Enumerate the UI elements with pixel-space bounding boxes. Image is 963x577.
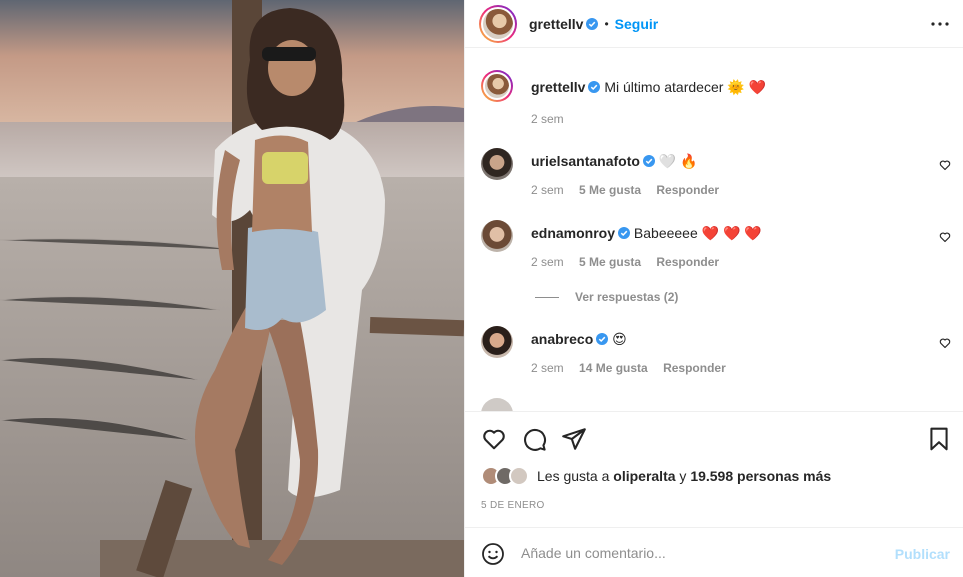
comment-text: 🤍 🔥	[658, 153, 698, 169]
paper-plane-icon[interactable]	[561, 426, 587, 452]
comment-bubble-icon[interactable]	[521, 426, 547, 452]
post-date[interactable]: 5 DE ENERO	[481, 500, 545, 511]
likes-user[interactable]: oliperalta	[613, 468, 675, 484]
author-username[interactable]: grettellv	[529, 16, 583, 32]
follow-button[interactable]: Seguir	[615, 16, 659, 32]
comment-input[interactable]	[521, 545, 881, 561]
post-header: grettellv • Seguir	[465, 0, 963, 48]
verified-badge-icon	[586, 17, 599, 30]
post-photo[interactable]	[0, 0, 464, 577]
heart-outline-icon[interactable]	[939, 159, 951, 171]
bookmark-icon[interactable]	[926, 426, 952, 452]
caption: grettellv Mi último atardecer 🌞 ❤️ 2 sem	[481, 70, 951, 130]
comment-likes[interactable]: 5 Me gusta	[579, 255, 641, 269]
post-side-panel: grettellv • Seguir grettellv Mi último a…	[464, 0, 963, 577]
heart-outline-icon[interactable]	[939, 231, 951, 243]
publish-button[interactable]: Publicar	[895, 546, 950, 562]
verified-badge-icon	[642, 155, 655, 167]
commenter-avatar[interactable]	[481, 148, 513, 180]
verified-badge-icon	[618, 227, 631, 239]
commenter-username[interactable]: urielsantanafoto	[531, 153, 640, 169]
add-comment-bar: Publicar	[465, 527, 963, 577]
comment-item: urielsantanafoto 🤍 🔥 2 sem 5 Me gusta Re…	[481, 148, 951, 208]
likes-others[interactable]: 19.598 personas más	[690, 468, 831, 484]
comment-likes[interactable]: 5 Me gusta	[579, 183, 641, 197]
comment-time[interactable]: 2 sem	[531, 361, 564, 375]
commenter-username[interactable]: anabreco	[531, 331, 593, 347]
caption-text: Mi último atardecer	[604, 79, 724, 95]
reply-button[interactable]: Responder	[656, 183, 719, 197]
comment-time[interactable]: 2 sem	[531, 255, 564, 269]
heart-outline-icon[interactable]	[481, 426, 507, 452]
smiley-icon[interactable]	[481, 542, 505, 566]
author-avatar-image	[483, 8, 513, 39]
likes-summary[interactable]: Les gusta a oliperalta y 19.598 personas…	[481, 466, 831, 486]
post-actions	[465, 411, 963, 465]
more-horizontal-icon[interactable]	[930, 14, 950, 34]
likes-prefix: Les gusta a	[537, 468, 610, 484]
caption-time[interactable]: 2 sem	[531, 112, 564, 126]
caption-username[interactable]: grettellv	[531, 79, 585, 95]
caption-emojis: 🌞 ❤️	[727, 79, 767, 95]
comment-item: anabreco 😍 2 sem 14 Me gusta Responder	[481, 326, 951, 386]
commenter-username[interactable]: ednamonroy	[531, 225, 615, 241]
comment-text: 😍	[612, 331, 627, 347]
reply-button[interactable]: Responder	[656, 255, 719, 269]
commenter-avatar[interactable]	[481, 326, 513, 358]
liker-avatar	[509, 466, 529, 486]
likes-connector: y	[679, 468, 687, 484]
header-separator: •	[604, 16, 609, 31]
verified-badge-icon	[596, 333, 609, 345]
comment-item-partial	[481, 398, 951, 411]
author-avatar[interactable]	[479, 4, 517, 43]
heart-outline-icon[interactable]	[939, 337, 951, 349]
post-photo-image	[0, 0, 464, 577]
reply-button[interactable]: Responder	[663, 361, 726, 375]
verified-badge-icon	[588, 81, 601, 93]
comments-list[interactable]: grettellv Mi último atardecer 🌞 ❤️ 2 sem…	[465, 48, 963, 411]
comment-item: ednamonroy Babeeeee ❤️ ❤️ ❤️ 2 sem 5 Me …	[481, 220, 951, 280]
commenter-avatar[interactable]	[481, 220, 513, 252]
comment-text: Babeeeee ❤️ ❤️ ❤️	[633, 225, 762, 241]
likes-text: Les gusta a oliperalta y 19.598 personas…	[537, 468, 831, 484]
commenter-avatar[interactable]	[481, 398, 513, 411]
replies-divider	[535, 296, 559, 298]
view-replies-button[interactable]: Ver respuestas (2)	[535, 290, 678, 304]
caption-avatar[interactable]	[481, 70, 513, 102]
comment-time[interactable]: 2 sem	[531, 183, 564, 197]
view-replies-label[interactable]: Ver respuestas (2)	[575, 290, 678, 304]
comment-likes[interactable]: 14 Me gusta	[579, 361, 648, 375]
